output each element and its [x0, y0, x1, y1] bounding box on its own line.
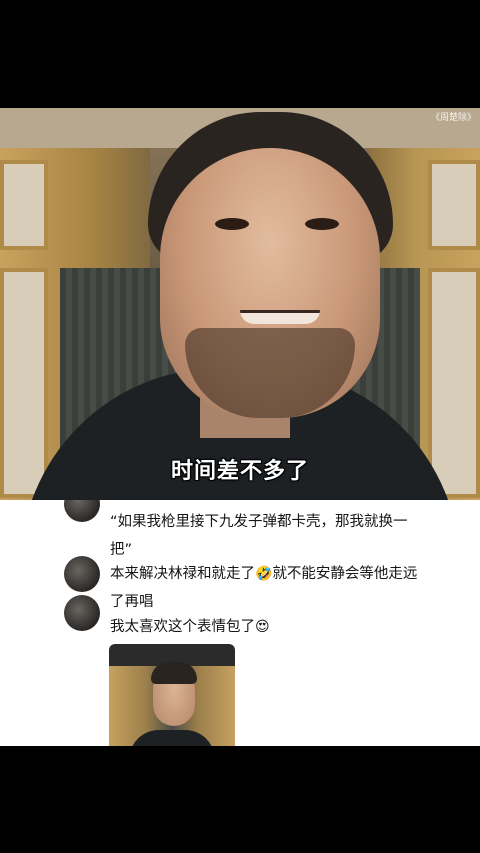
- comment-text-part: 我太喜欢这个表情包了: [110, 619, 255, 635]
- avatar[interactable]: [64, 595, 100, 631]
- thumbnail-person-hair: [151, 662, 197, 684]
- comment-list: “如果我枪里接下九发子弹都卡壳，那我就换一把” 本来解决林禄和就走了🤣就不能安静…: [0, 500, 480, 746]
- video-frame[interactable]: 《周楚除》 时间差不多了: [0, 108, 480, 500]
- comment-text: “如果我枪里接下九发子弹都卡壳，那我就换一把”: [110, 514, 408, 558]
- video-subtitle: 时间差不多了: [170, 459, 309, 484]
- comment-text-part: 本来解决林禄和就走了: [110, 566, 255, 582]
- comment-text: 我太喜欢这个表情包了😍: [110, 613, 420, 641]
- top-letterbox: [0, 0, 480, 108]
- watermark: 《周楚除》: [430, 113, 476, 123]
- avatar[interactable]: [64, 556, 100, 592]
- eye-right: [305, 218, 339, 230]
- window-pane: [428, 160, 480, 250]
- avatar[interactable]: [64, 500, 100, 522]
- person-mouth: [240, 310, 320, 324]
- eye-left: [215, 218, 249, 230]
- video-thumbnail[interactable]: [109, 644, 235, 746]
- comment-text: 本来解决林禄和就走了🤣就不能安静会等他走远了再唱: [110, 560, 420, 616]
- bottom-letterbox: [0, 746, 480, 853]
- heart-eyes-emoji-icon: 😍: [255, 619, 270, 635]
- window-pane: [0, 160, 48, 250]
- rofl-emoji-icon: 🤣: [255, 566, 273, 582]
